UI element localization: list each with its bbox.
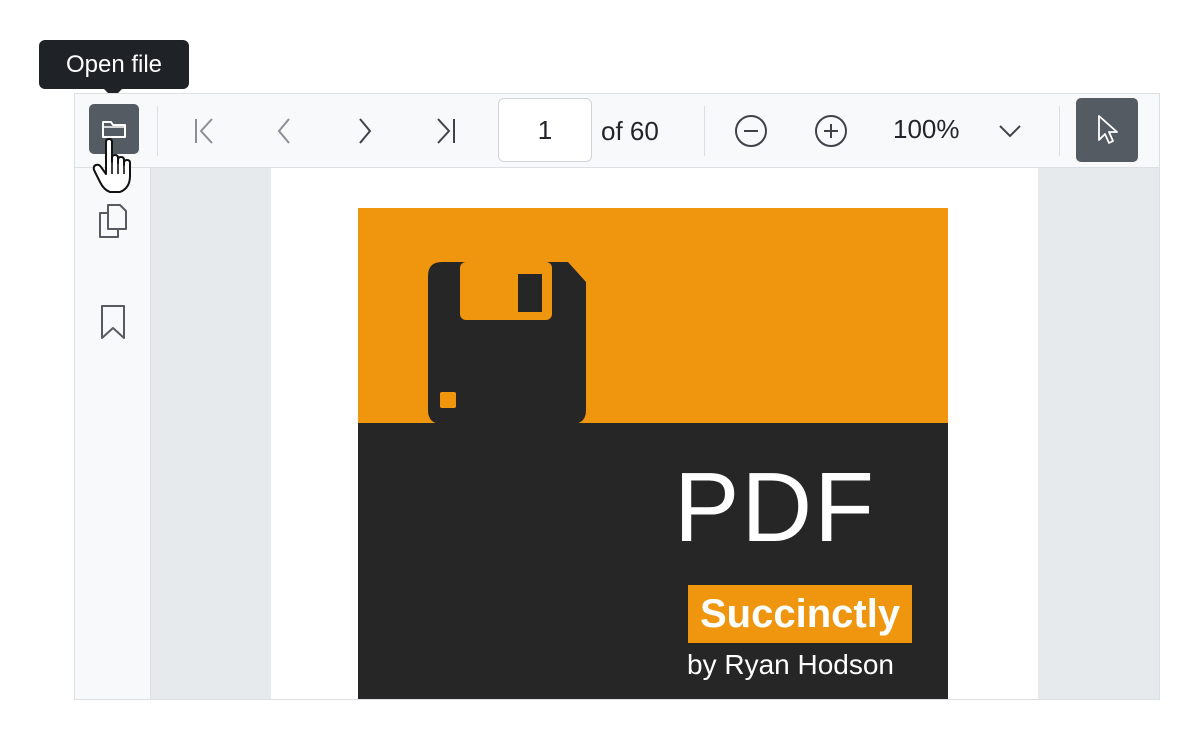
first-page-button[interactable] [179, 94, 229, 168]
sidebar-item-pages[interactable] [88, 196, 138, 246]
text-select-button[interactable] [1076, 98, 1138, 162]
book-cover: PDF Succinctly by Ryan Hodson [358, 208, 948, 699]
bookmark-icon [101, 305, 125, 339]
toolbar-separator [157, 106, 158, 156]
open-file-tooltip: Open file [39, 40, 189, 98]
pdf-viewer: of 60 100% [74, 93, 1160, 700]
zoom-out-icon [735, 115, 767, 147]
total-pages-label: of 60 [601, 116, 659, 146]
last-page-button[interactable] [421, 94, 471, 168]
copy-pages-icon [99, 204, 127, 238]
pointer-icon [1098, 115, 1118, 144]
toolbar-separator [704, 106, 705, 156]
cover-author: by Ryan Hodson [687, 649, 895, 680]
zoom-level[interactable]: 100% [893, 94, 960, 168]
cover-badge: Succinctly [688, 585, 913, 643]
sidebar-item-bookmarks[interactable] [88, 297, 138, 347]
chevron-right-icon [359, 118, 372, 144]
first-page-icon [195, 118, 213, 144]
chevron-left-icon [277, 118, 290, 144]
tooltip-text: Open file [65, 50, 163, 78]
prev-page-button[interactable] [259, 94, 309, 168]
zoom-out-button[interactable] [726, 94, 776, 168]
hand-cursor-icon [92, 138, 131, 193]
page-number-input[interactable] [498, 98, 592, 162]
cover-title: PDF [674, 452, 876, 562]
last-page-icon [437, 118, 455, 144]
document-canvas[interactable]: PDF Succinctly by Ryan Hodson [151, 168, 1159, 699]
zoom-dropdown-button[interactable] [990, 94, 1030, 168]
next-page-button[interactable] [340, 94, 390, 168]
toolbar-separator [1059, 106, 1060, 156]
floppy-disk-icon [428, 262, 586, 424]
folder-icon [102, 121, 126, 138]
zoom-in-icon [815, 115, 847, 147]
sidebar [75, 168, 151, 699]
pdf-page: PDF Succinctly by Ryan Hodson [271, 168, 1038, 699]
zoom-in-button[interactable] [806, 94, 856, 168]
chevron-down-icon [999, 125, 1021, 138]
toolbar: of 60 100% [75, 94, 1159, 168]
